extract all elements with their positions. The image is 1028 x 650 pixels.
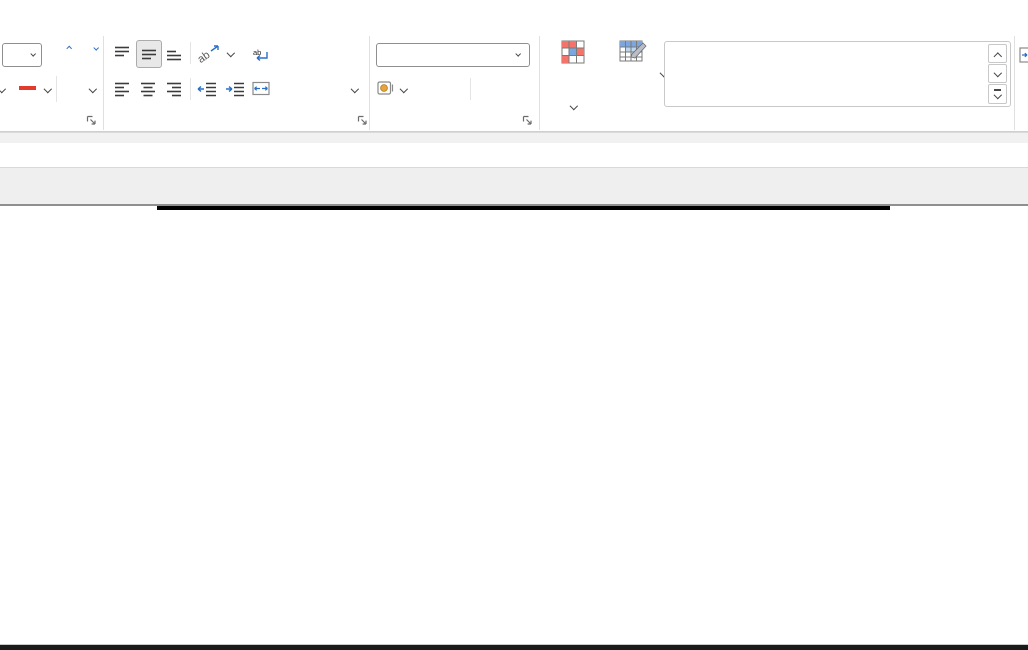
font-color-swatch (19, 86, 36, 90)
chevron-down-icon (993, 91, 1002, 100)
merge-center-icon (252, 81, 270, 96)
chevron-down-icon[interactable] (399, 85, 408, 94)
decrease-indent-icon (197, 81, 217, 97)
formula-bar[interactable] (0, 143, 1028, 168)
orientation-button[interactable]: ab (196, 40, 222, 66)
align-middle-icon (141, 46, 157, 62)
align-left-button[interactable] (110, 76, 134, 102)
currency-icon (377, 80, 395, 96)
align-top-icon (114, 45, 130, 61)
score-table (157, 206, 890, 210)
increase-indent-button[interactable] (222, 76, 248, 102)
increase-font-button[interactable] (46, 42, 72, 66)
spreadsheet-app: ab ab (0, 0, 1028, 650)
format-as-table-button[interactable] (602, 40, 664, 126)
format-table-icon (619, 40, 647, 64)
cell-styles-gallery (664, 41, 1011, 107)
taskbar-edge (0, 644, 1028, 650)
align-right-icon (166, 81, 182, 97)
align-right-button[interactable] (162, 76, 186, 102)
align-top-button[interactable] (110, 40, 134, 66)
chevron-down-icon (29, 51, 38, 60)
phonetic-guide-button[interactable] (62, 72, 86, 102)
gallery-scroll-down-button[interactable] (988, 64, 1007, 83)
align-center-button[interactable] (136, 76, 160, 102)
sheet-grid[interactable] (0, 206, 1028, 644)
chevron-down-icon[interactable] (0, 85, 6, 94)
number-dialog-launcher-icon[interactable] (522, 115, 533, 126)
align-middle-button[interactable] (136, 40, 162, 68)
svg-text:ab: ab (253, 48, 261, 57)
chevron-down-icon (514, 51, 523, 60)
chevron-down-icon[interactable] (226, 49, 235, 58)
align-bottom-icon (166, 45, 182, 61)
increase-indent-icon (225, 81, 245, 97)
accounting-format-button[interactable] (376, 78, 396, 98)
ribbon: ab ab (0, 28, 1028, 132)
comma-style-button[interactable] (446, 70, 464, 98)
chevron-down-icon (569, 102, 578, 111)
font-color-button[interactable] (14, 74, 40, 100)
wrap-text-icon: ab (252, 48, 270, 64)
partial-ribbon-icon[interactable] (1019, 45, 1028, 67)
percent-style-button[interactable] (418, 76, 442, 100)
chevron-down-icon (92, 45, 101, 54)
chevron-down-icon[interactable] (350, 85, 359, 94)
conditional-format-button[interactable] (544, 40, 602, 120)
wrap-text-button[interactable]: ab (252, 44, 275, 68)
increase-decimal-button[interactable] (476, 77, 502, 99)
number-format-combo[interactable] (376, 43, 530, 67)
gallery-more-button[interactable] (988, 84, 1007, 104)
chevron-down-icon[interactable] (88, 85, 97, 94)
align-center-icon (140, 81, 156, 97)
font-size-combo[interactable] (2, 43, 42, 67)
align-bottom-button[interactable] (162, 40, 186, 66)
chevron-down-icon (993, 69, 1002, 78)
conditional-format-icon (561, 40, 585, 64)
column-header-row (0, 168, 1028, 206)
decrease-font-button[interactable] (76, 44, 100, 66)
svg-text:ab: ab (197, 49, 212, 64)
alignment-dialog-launcher-icon[interactable] (357, 115, 368, 126)
text-orientation-icon: ab (197, 42, 221, 64)
decrease-indent-button[interactable] (194, 76, 220, 102)
decrease-decimal-button[interactable] (504, 77, 530, 99)
menu-bar (0, 0, 1028, 28)
font-dialog-launcher-icon[interactable] (86, 115, 97, 126)
merge-center-button[interactable] (252, 76, 275, 100)
chevron-up-icon (65, 42, 74, 51)
chevron-up-icon (993, 50, 1002, 59)
chevron-down-icon[interactable] (43, 85, 52, 94)
align-left-icon (114, 81, 130, 97)
gallery-scroll-up-button[interactable] (988, 44, 1007, 63)
